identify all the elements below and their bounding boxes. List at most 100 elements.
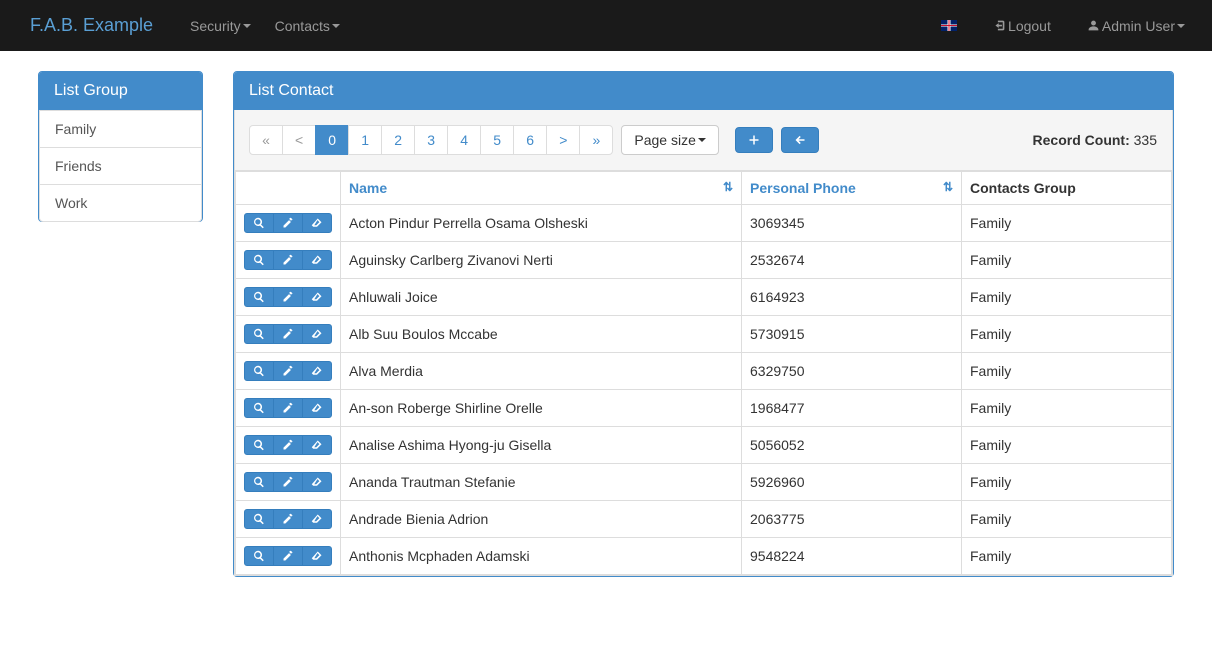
table-row: Alva Merdia6329750Family bbox=[236, 353, 1172, 390]
cell-phone: 2532674 bbox=[742, 242, 962, 279]
cell-name: Alva Merdia bbox=[341, 353, 742, 390]
edit-button[interactable] bbox=[273, 250, 303, 270]
delete-button[interactable] bbox=[302, 435, 332, 455]
col-phone-label: Personal Phone bbox=[750, 180, 856, 196]
view-button[interactable] bbox=[244, 250, 274, 270]
page->[interactable]: > bbox=[546, 125, 580, 155]
edit-button[interactable] bbox=[273, 546, 303, 566]
edit-button[interactable] bbox=[273, 435, 303, 455]
table-row: Analise Ashima Hyong-ju Gisella5056052Fa… bbox=[236, 427, 1172, 464]
cell-phone: 5926960 bbox=[742, 464, 962, 501]
view-button[interactable] bbox=[244, 213, 274, 233]
edit-button[interactable] bbox=[273, 361, 303, 381]
col-phone[interactable]: Personal Phone ⇅ bbox=[742, 172, 962, 205]
sidebar-item-family[interactable]: Family bbox=[39, 110, 202, 148]
user-menu[interactable]: Admin User bbox=[1075, 3, 1197, 49]
page-5[interactable]: 5 bbox=[480, 125, 514, 155]
cell-group: Family bbox=[962, 316, 1172, 353]
view-button[interactable] bbox=[244, 509, 274, 529]
col-name-label: Name bbox=[349, 180, 387, 196]
edit-button[interactable] bbox=[273, 398, 303, 418]
erase-icon bbox=[311, 476, 323, 488]
view-button[interactable] bbox=[244, 546, 274, 566]
delete-button[interactable] bbox=[302, 509, 332, 529]
edit-button[interactable] bbox=[273, 472, 303, 492]
back-button[interactable] bbox=[781, 127, 819, 153]
language-flag[interactable] bbox=[929, 5, 969, 46]
plus-icon bbox=[748, 134, 760, 146]
erase-icon bbox=[311, 291, 323, 303]
col-group: Contacts Group bbox=[962, 172, 1172, 205]
view-button[interactable] bbox=[244, 398, 274, 418]
logout-link[interactable]: Logout bbox=[981, 3, 1063, 49]
page-«[interactable]: « bbox=[249, 125, 283, 155]
search-icon bbox=[253, 328, 265, 340]
cell-name: Alb Suu Boulos Mccabe bbox=[341, 316, 742, 353]
page-»[interactable]: » bbox=[579, 125, 613, 155]
delete-button[interactable] bbox=[302, 213, 332, 233]
erase-icon bbox=[311, 402, 323, 414]
delete-button[interactable] bbox=[302, 250, 332, 270]
brand-link[interactable]: F.A.B. Example bbox=[15, 0, 168, 51]
sidebar-item-friends[interactable]: Friends bbox=[39, 147, 202, 185]
navbar: F.A.B. Example Security Contacts Logout … bbox=[0, 0, 1212, 51]
delete-button[interactable] bbox=[302, 361, 332, 381]
col-name[interactable]: Name ⇅ bbox=[341, 172, 742, 205]
view-button[interactable] bbox=[244, 287, 274, 307]
edit-icon bbox=[282, 476, 294, 488]
caret-icon bbox=[698, 138, 706, 142]
page-2[interactable]: 2 bbox=[381, 125, 415, 155]
sidebar-item-work[interactable]: Work bbox=[39, 184, 202, 222]
erase-icon bbox=[311, 254, 323, 266]
page-0[interactable]: 0 bbox=[315, 125, 349, 155]
pagination: «<0123456>» bbox=[250, 125, 613, 155]
delete-button[interactable] bbox=[302, 546, 332, 566]
delete-button[interactable] bbox=[302, 472, 332, 492]
edit-button[interactable] bbox=[273, 213, 303, 233]
table-row: Acton Pindur Perrella Osama Olsheski3069… bbox=[236, 205, 1172, 242]
page-1[interactable]: 1 bbox=[348, 125, 382, 155]
caret-icon bbox=[243, 24, 251, 28]
edit-button[interactable] bbox=[273, 509, 303, 529]
edit-icon bbox=[282, 513, 294, 525]
cell-phone: 5056052 bbox=[742, 427, 962, 464]
cell-group: Family bbox=[962, 501, 1172, 538]
view-button[interactable] bbox=[244, 472, 274, 492]
page-<[interactable]: < bbox=[282, 125, 316, 155]
view-button[interactable] bbox=[244, 361, 274, 381]
table-row: Alb Suu Boulos Mccabe5730915Family bbox=[236, 316, 1172, 353]
page-4[interactable]: 4 bbox=[447, 125, 481, 155]
cell-group: Family bbox=[962, 390, 1172, 427]
cell-group: Family bbox=[962, 279, 1172, 316]
search-icon bbox=[253, 217, 265, 229]
erase-icon bbox=[311, 513, 323, 525]
sidebar-title: List Group bbox=[39, 72, 202, 110]
delete-button[interactable] bbox=[302, 398, 332, 418]
add-button[interactable] bbox=[735, 127, 773, 153]
sort-icon: ⇅ bbox=[943, 180, 953, 194]
cell-name: Aguinsky Carlberg Zivanovi Nerti bbox=[341, 242, 742, 279]
view-button[interactable] bbox=[244, 435, 274, 455]
edit-icon bbox=[282, 328, 294, 340]
page-3[interactable]: 3 bbox=[414, 125, 448, 155]
cell-phone: 3069345 bbox=[742, 205, 962, 242]
contacts-table: Name ⇅ Personal Phone ⇅ Contacts Group bbox=[235, 171, 1172, 575]
page-6[interactable]: 6 bbox=[513, 125, 547, 155]
record-count: Record Count: 335 bbox=[1033, 132, 1157, 148]
record-count-value: 335 bbox=[1134, 132, 1157, 148]
menu-contacts[interactable]: Contacts bbox=[263, 3, 352, 49]
delete-button[interactable] bbox=[302, 324, 332, 344]
arrow-left-icon bbox=[794, 134, 806, 146]
search-icon bbox=[253, 365, 265, 377]
cell-phone: 6164923 bbox=[742, 279, 962, 316]
logout-icon bbox=[993, 19, 1006, 32]
edit-button[interactable] bbox=[273, 324, 303, 344]
table-row: Anthonis Mcphaden Adamski9548224Family bbox=[236, 538, 1172, 575]
edit-button[interactable] bbox=[273, 287, 303, 307]
erase-icon bbox=[311, 328, 323, 340]
page-size-dropdown[interactable]: Page size bbox=[621, 125, 718, 155]
menu-security[interactable]: Security bbox=[178, 3, 263, 49]
delete-button[interactable] bbox=[302, 287, 332, 307]
caret-icon bbox=[332, 24, 340, 28]
view-button[interactable] bbox=[244, 324, 274, 344]
